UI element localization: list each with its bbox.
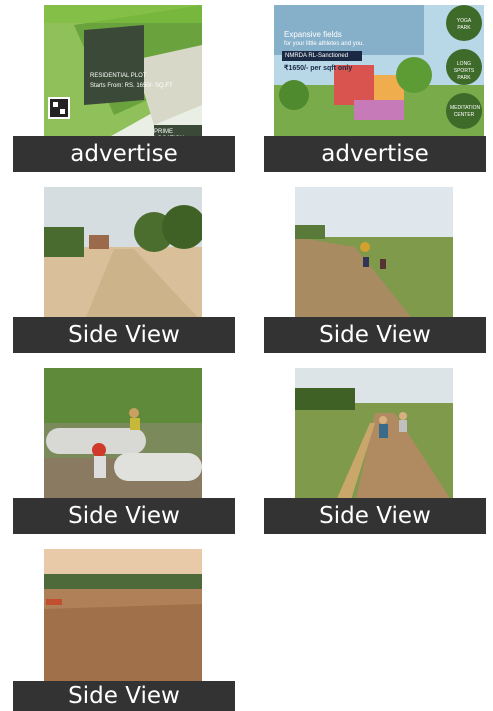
ad-meditation-center: MEDITATION CENTER bbox=[450, 105, 481, 118]
trench-workers-image[interactable] bbox=[295, 368, 453, 503]
ad-sports-park: LONG SPORTS PARK bbox=[453, 61, 475, 81]
drainage-pipes-image[interactable] bbox=[44, 368, 202, 503]
gallery-tile-side-view-4[interactable]: Side View bbox=[264, 368, 486, 534]
gallery-tile-side-view-3[interactable]: Side View bbox=[13, 368, 235, 534]
tile-caption: Side View bbox=[13, 498, 235, 534]
gallery-tile-side-view-2[interactable]: Side View bbox=[264, 187, 486, 353]
tile-caption: Side View bbox=[13, 317, 235, 353]
tile-caption: Side View bbox=[264, 317, 486, 353]
ad-park-subline: for your little athletes and you. bbox=[284, 41, 365, 47]
leveled-ground-image[interactable] bbox=[44, 549, 202, 684]
ad-plot-title: RESIDENTIAL PLOT bbox=[90, 73, 147, 79]
ad-yoga-park: YOGA PARK bbox=[456, 18, 472, 31]
ad-plot-price: Starts From: RS. 1650/- SQ.FT bbox=[90, 83, 173, 89]
gallery-tile-side-view-5[interactable]: Side View bbox=[13, 549, 235, 711]
tile-caption: Side View bbox=[13, 681, 235, 711]
tile-caption: advertise bbox=[13, 136, 235, 172]
ad-park-sanction: NMRDA RL-Sanctioned bbox=[285, 53, 349, 59]
plot-advertisement-image[interactable]: RESIDENTIAL PLOT Starts From: RS. 1650/-… bbox=[44, 5, 202, 140]
ad-park-headline: Expansive fields bbox=[284, 30, 342, 39]
gallery-tile-advertise-1[interactable]: RESIDENTIAL PLOT Starts From: RS. 1650/-… bbox=[13, 5, 235, 172]
tile-caption: Side View bbox=[264, 498, 486, 534]
ad-park-price: ₹1650/- per sqft only bbox=[284, 65, 353, 72]
site-workers-image[interactable] bbox=[295, 187, 453, 322]
dirt-road-trees-image[interactable] bbox=[44, 187, 202, 322]
gallery-tile-side-view-1[interactable]: Side View bbox=[13, 187, 235, 353]
tile-caption: advertise bbox=[264, 136, 486, 172]
gallery-tile-advertise-2[interactable]: Expansive fields for your little athlete… bbox=[264, 5, 486, 172]
park-advertisement-image[interactable]: Expansive fields for your little athlete… bbox=[274, 5, 484, 140]
